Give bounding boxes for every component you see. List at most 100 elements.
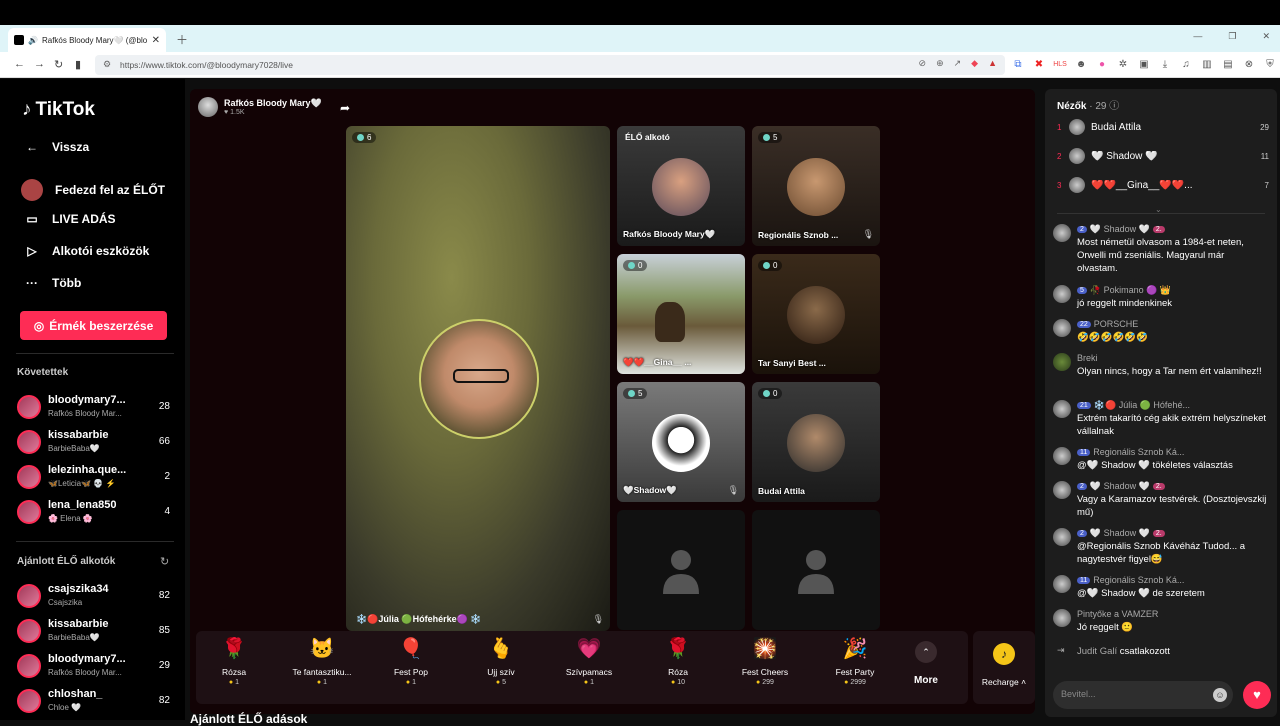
- recommended-item[interactable]: csajszika34 Csajszika 82: [17, 581, 177, 611]
- close-window-icon[interactable]: ✕: [1262, 31, 1270, 42]
- url-field[interactable]: ⚙ https://www.tiktok.com/@bloodymary7028…: [95, 55, 1005, 75]
- media-icon[interactable]: ⊘: [919, 58, 927, 69]
- back-icon[interactable]: ←: [14, 58, 25, 70]
- following-item[interactable]: bloodymary7... Rafkós Bloody Mar... 28: [17, 392, 177, 422]
- author-name: PORSCHE: [1093, 319, 1139, 329]
- browser-tab[interactable]: 🔊 Rafkós Bloody Mary🤍 (@blo ✕: [8, 28, 166, 52]
- bookmark-icon[interactable]: ▮: [75, 58, 81, 71]
- following-item[interactable]: lelezinha.que... 🦋Leticia🦋 💀 ⚡ 2: [17, 462, 177, 492]
- chat-input[interactable]: Bevitel... ☺: [1053, 681, 1233, 709]
- level-badge: 21: [1077, 402, 1091, 409]
- gift-item[interactable]: 🎉 Fest Party 2999: [815, 635, 895, 697]
- chevron-up-icon: ⌃: [915, 641, 937, 663]
- extension-color-icon[interactable]: ●: [1096, 58, 1108, 70]
- more-gifts-button[interactable]: ⌃ More: [906, 641, 946, 686]
- share-arrow-icon[interactable]: ➦: [340, 101, 350, 115]
- following-item[interactable]: kissabarbie BarbieBaba🤍 66: [17, 427, 177, 457]
- live-nav[interactable]: ▭ LIVE ADÁS: [24, 212, 115, 226]
- explore-nav[interactable]: Fedezd fel az ÉLŐT: [21, 179, 165, 201]
- avatar: [1053, 528, 1071, 546]
- extension-skull-icon[interactable]: ☻: [1075, 58, 1087, 70]
- recommended-item[interactable]: chloshan_ Chloe 🤍 82: [17, 686, 177, 716]
- viewer-name: ❤️❤️__Gina__❤️❤️...: [1091, 179, 1193, 191]
- back-label: Vissza: [52, 140, 90, 154]
- gift-bar: 🌹 Rózsa 1 🐱 Te fantasztiku... 1 🎈 Fest Pop 1 🫰…: [196, 631, 968, 704]
- sidebar-icon[interactable]: ▥: [1201, 58, 1213, 70]
- tiktok-logo[interactable]: ♪ TikTok: [22, 99, 95, 121]
- top-viewer[interactable]: 2 🤍 Shadow 🤍 11: [1057, 146, 1269, 166]
- like-heart-button[interactable]: ♥: [1243, 681, 1271, 709]
- gift-item[interactable]: 🌹 Rózsa 1: [194, 635, 274, 697]
- reload-icon[interactable]: ↻: [54, 58, 63, 71]
- music-icon[interactable]: ♫: [1180, 58, 1192, 70]
- recharge-button[interactable]: ♪ Recharge ˄: [973, 631, 1035, 704]
- creator-tools-nav[interactable]: ▷ Alkotói eszközök: [24, 244, 149, 258]
- message-text: Most németül olvasom a 1984-et neten, Or…: [1077, 237, 1244, 274]
- brave-shield-icon[interactable]: ◆: [971, 58, 978, 69]
- gift-item[interactable]: 🎇 Fest Cheers 299: [725, 635, 805, 697]
- hls-icon[interactable]: HLS: [1053, 58, 1067, 70]
- rewards-icon[interactable]: ▲: [988, 58, 997, 69]
- guest-name: ❤️❤️__Gina__ ...: [623, 357, 692, 367]
- refresh-icon[interactable]: ↻: [160, 555, 169, 568]
- chevron-down-icon[interactable]: ⌄: [1155, 205, 1162, 214]
- gift-item[interactable]: 🐱 Te fantasztiku... 1: [282, 635, 362, 697]
- os-top-bar: [0, 0, 1280, 25]
- more-label: More: [914, 675, 938, 686]
- following-item[interactable]: lena_lena850 🌸 Elena 🌸 4: [17, 497, 177, 527]
- account-sub: 🦋Leticia🦋 💀 ⚡: [48, 479, 116, 488]
- gift-item[interactable]: 💗 Szívpamacs 1: [549, 635, 629, 697]
- viewer-badge: 0: [758, 260, 783, 271]
- gift-item[interactable]: 🫰 Ujj szív 5: [461, 635, 541, 697]
- site-info-icon[interactable]: ⚙: [103, 59, 111, 70]
- empty-seat[interactable]: [617, 510, 745, 630]
- empty-seat[interactable]: [752, 510, 880, 630]
- person-placeholder-icon: [663, 550, 699, 594]
- recommended-header: Ajánlott ÉLŐ alkotók: [17, 556, 116, 567]
- gift-item[interactable]: 🎈 Fest Pop 1: [371, 635, 451, 697]
- get-coins-button[interactable]: ◎ Érmék beszerzése: [20, 311, 167, 340]
- minimize-icon[interactable]: —: [1193, 31, 1202, 42]
- guest-tile[interactable]: 0 Tar Sanyi Best ...: [752, 254, 880, 374]
- download-icon[interactable]: ⤓: [1159, 58, 1171, 70]
- main-video[interactable]: 6 ❄️🔴Júlia 🟢Hófehérke🟣 ❄️ 🎙: [346, 126, 610, 631]
- more-nav[interactable]: ··· Több: [24, 276, 81, 290]
- guest-tile[interactable]: 5 🤍Shadow🤍 🎙: [617, 382, 745, 502]
- viewer-score: 29: [1260, 122, 1269, 132]
- vpn-icon[interactable]: ⊗: [1243, 58, 1255, 70]
- address-toolbar: ← → ↻ ▮ ⚙ https://www.tiktok.com/@bloody…: [0, 52, 1280, 78]
- guest-tile[interactable]: 5 Regionális Sznob ... 🎙: [752, 126, 880, 246]
- share-icon[interactable]: ↗: [954, 58, 962, 69]
- top-viewer[interactable]: 3 ❤️❤️__Gina__❤️❤️... 7: [1057, 175, 1269, 195]
- guest-tile[interactable]: 0 ❤️❤️__Gina__ ...: [617, 254, 745, 374]
- gift-price: 299: [725, 679, 805, 686]
- account-sub: 🌸 Elena 🌸: [48, 514, 93, 523]
- new-tab-icon[interactable]: ＋: [176, 31, 188, 48]
- account-name: lelezinha.que...: [48, 464, 127, 476]
- recommended-item[interactable]: bloodymary7... Rafkós Bloody Mar... 29: [17, 651, 177, 681]
- shield-icon[interactable]: ⛨: [1264, 58, 1276, 70]
- top-viewer[interactable]: 1 Budai Attila 29: [1057, 117, 1269, 137]
- guest-tile[interactable]: 0 Budai Attila: [752, 382, 880, 502]
- info-icon[interactable]: ⓘ: [1109, 101, 1119, 112]
- viewer-count: 2: [164, 471, 170, 482]
- back-nav[interactable]: ← Vissza: [24, 140, 89, 154]
- translate-icon[interactable]: ⧉: [1012, 58, 1024, 70]
- forward-icon[interactable]: →: [34, 58, 45, 70]
- extensions-icon[interactable]: ✲: [1117, 58, 1129, 70]
- message-text: csatlakozott: [1119, 646, 1170, 657]
- gift-item[interactable]: 🌹 Róza 10: [638, 635, 718, 697]
- zoom-icon[interactable]: ⊕: [936, 58, 944, 69]
- recommended-item[interactable]: kissabarbie BarbieBaba🤍 85: [17, 616, 177, 646]
- avatar: [1053, 285, 1071, 303]
- close-tab-icon[interactable]: ✕: [152, 35, 160, 46]
- window-controls: — ❐ ✕: [1193, 31, 1270, 42]
- emoji-icon[interactable]: ☺: [1213, 688, 1227, 702]
- guest-tile[interactable]: ÉLŐ alkotó Rafkós Bloody Mary🤍: [617, 126, 745, 246]
- host-info[interactable]: Rafkós Bloody Mary🤍 ♥ 1.5K: [198, 97, 322, 117]
- wallet-icon[interactable]: ▤: [1222, 58, 1234, 70]
- extension-x-icon[interactable]: ✖: [1033, 58, 1045, 70]
- screenshot-icon[interactable]: ▣: [1138, 58, 1150, 70]
- gift-name: Szívpamacs: [565, 667, 613, 677]
- maximize-icon[interactable]: ❐: [1228, 31, 1236, 42]
